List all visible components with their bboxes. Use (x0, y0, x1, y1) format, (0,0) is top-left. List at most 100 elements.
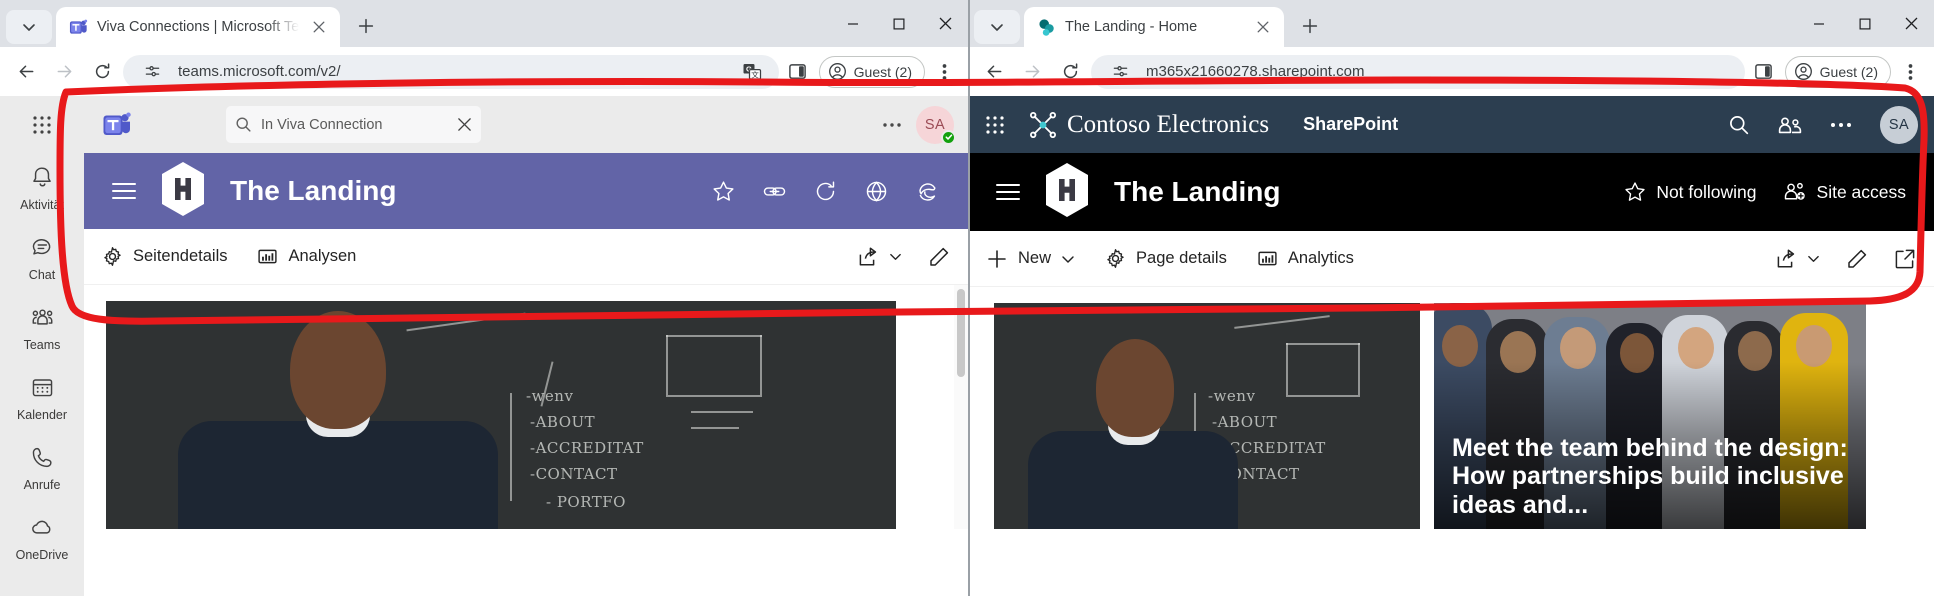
sidebar-item-chat[interactable]: Chat (0, 223, 84, 293)
expand-icon (1894, 248, 1916, 270)
command-bar-right-teams (857, 246, 950, 268)
maximize-icon[interactable] (1842, 0, 1888, 47)
tab-strip-left: Viva Connections | Microsoft Te (0, 0, 968, 47)
split-screen-icon[interactable] (1749, 57, 1779, 87)
forward-arrow-icon (47, 55, 81, 89)
sidebar-item-label: Anrufe (23, 477, 61, 492)
profile-guest-button[interactable]: Guest (2) (1784, 55, 1891, 88)
site-access-icon (1783, 180, 1808, 204)
site-header-actions-sharepoint: Not following Site access (1623, 180, 1916, 204)
scrollbar-thumb[interactable] (957, 289, 965, 377)
back-arrow-icon[interactable] (9, 55, 43, 89)
browser-window-sharepoint: The Landing - Home m365x21660278.sharepo… (968, 0, 1934, 596)
reload-icon[interactable] (85, 55, 119, 89)
account-circle-icon (1794, 62, 1813, 81)
edge-browser-icon[interactable] (915, 179, 940, 204)
share-button[interactable] (1775, 248, 1820, 270)
cloud-icon (30, 515, 55, 545)
avatar[interactable]: SA (1880, 105, 1918, 144)
vertical-scrollbar-teams[interactable] (954, 285, 968, 529)
sidebar-item-anrufe[interactable]: Anrufe (0, 433, 84, 503)
reload-icon[interactable] (1053, 55, 1087, 89)
analytics-button[interactable]: Analysen (257, 246, 356, 267)
new-button[interactable]: New (986, 248, 1075, 270)
account-circle-icon (828, 62, 847, 81)
refresh-icon[interactable] (813, 179, 838, 204)
site-settings-icon[interactable] (137, 57, 167, 87)
minimize-icon[interactable] (830, 0, 876, 47)
window-controls-left (830, 0, 968, 47)
clear-icon[interactable] (457, 117, 472, 132)
site-header-actions-teams (711, 179, 950, 204)
app-launcher-icon[interactable] (984, 114, 1006, 136)
hamburger-menu-icon[interactable] (102, 169, 146, 213)
sidebar-item-teams[interactable]: Teams (0, 293, 84, 363)
hero-caption (106, 503, 896, 529)
edit-button[interactable] (928, 246, 950, 268)
share-icon (1775, 248, 1797, 270)
translate-icon[interactable]: G 文 (737, 57, 767, 87)
avatar-initials: SA (924, 116, 946, 133)
back-arrow-icon[interactable] (977, 55, 1011, 89)
search-icon[interactable] (1728, 114, 1750, 136)
share-button[interactable] (857, 246, 902, 268)
browser-tab-sharepoint[interactable]: The Landing - Home (1024, 7, 1284, 47)
sidebar-item-kalender[interactable]: Kalender (0, 363, 84, 433)
site-settings-icon[interactable] (1105, 57, 1135, 87)
hero-tile-chalkboard[interactable]: -wenv -ABOUT -ACCREDITAT -CONTACT (994, 303, 1420, 529)
more-options-icon[interactable] (882, 122, 902, 128)
chevron-down-icon[interactable] (1061, 252, 1075, 266)
close-icon[interactable] (308, 16, 330, 38)
tab-search-button[interactable] (6, 10, 52, 44)
page-details-button[interactable]: Page details (1105, 248, 1227, 269)
command-label: Seitendetails (133, 247, 228, 265)
tab-search-button[interactable] (974, 10, 1020, 44)
window-close-icon[interactable] (1888, 0, 1934, 47)
gear-icon (1105, 248, 1126, 269)
sidebar-item-aktivitat[interactable]: Aktivität (0, 153, 84, 223)
avatar[interactable]: SA (916, 105, 956, 145)
new-tab-icon[interactable] (350, 10, 382, 42)
analytics-button[interactable]: Analytics (1257, 248, 1354, 269)
sidebar-item-label: Kalender (16, 407, 68, 422)
chevron-down-icon[interactable] (889, 250, 902, 263)
command-bar-teams: Seitendetails Analysen (84, 229, 968, 285)
profile-guest-button[interactable]: Guest (2) (818, 55, 925, 88)
globe-icon[interactable] (864, 179, 889, 204)
more-options-icon[interactable] (1830, 122, 1852, 128)
search-input[interactable]: In Viva Connection (226, 106, 481, 143)
hamburger-menu-icon[interactable] (986, 170, 1030, 214)
browser-tab-teams[interactable]: Viva Connections | Microsoft Te (56, 7, 341, 47)
hero-tile-chalkboard[interactable]: -wenv -ABOUT -ACCREDITAT -CONTACT - PORT… (106, 301, 896, 529)
kebab-menu-icon[interactable] (1895, 55, 1925, 89)
brand-name: Contoso Electronics (1067, 110, 1270, 138)
hexagon-h-logo (158, 161, 208, 222)
not-following-button[interactable]: Not following (1623, 180, 1757, 204)
product-name: SharePoint (1303, 114, 1399, 134)
meetings-icon[interactable] (1778, 114, 1802, 136)
window-close-icon[interactable] (922, 0, 968, 47)
split-screen-icon[interactable] (783, 57, 813, 87)
app-launcher-icon[interactable] (0, 96, 84, 153)
star-icon[interactable] (711, 179, 736, 204)
page-details-button[interactable]: Seitendetails (102, 246, 227, 267)
share-icon (857, 246, 879, 268)
sidebar-item-label: Aktivität (20, 197, 64, 212)
hexagon-h-logo (1042, 162, 1092, 223)
edit-button[interactable] (1846, 248, 1868, 270)
new-tab-icon[interactable] (1294, 10, 1326, 42)
maximize-icon[interactable] (876, 0, 922, 47)
site-access-button[interactable]: Site access (1783, 180, 1906, 204)
sidebar-item-onedrive[interactable]: OneDrive (0, 503, 84, 573)
minimize-icon[interactable] (1796, 0, 1842, 47)
search-value: In Viva Connection (261, 116, 383, 133)
address-bar-right[interactable]: m365x21660278.sharepoint.com (1091, 54, 1745, 89)
screenshot-root: Viva Connections | Microsoft Te teams.mi… (0, 0, 1934, 596)
link-icon[interactable] (762, 179, 787, 204)
chevron-down-icon[interactable] (1807, 252, 1820, 265)
close-icon[interactable] (1252, 16, 1274, 38)
expand-button[interactable] (1894, 248, 1916, 270)
kebab-menu-icon[interactable] (929, 55, 959, 89)
hero-tile-meet-the-team[interactable]: Meet the team behind the design: How par… (1434, 303, 1866, 529)
address-bar-left[interactable]: teams.microsoft.com/v2/ G 文 (123, 54, 779, 89)
